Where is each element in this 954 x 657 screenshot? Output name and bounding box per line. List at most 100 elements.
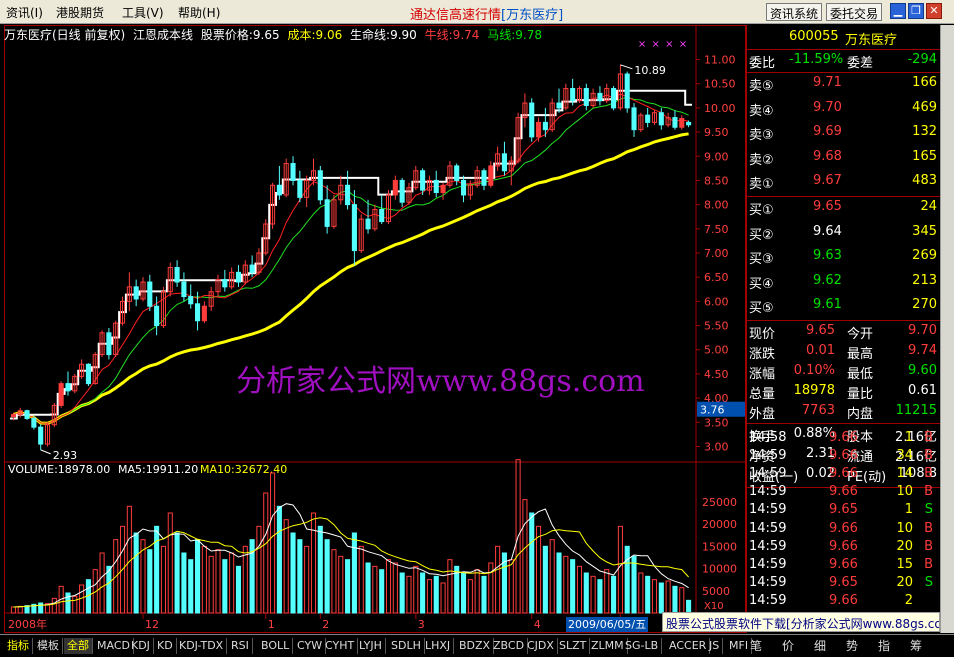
candle-body bbox=[658, 112, 664, 126]
close-icon[interactable]: ✕ bbox=[926, 3, 942, 19]
menu-info[interactable]: 资讯(I) bbox=[6, 4, 43, 21]
tick-row: 14:59 9.66 14 B bbox=[749, 466, 939, 484]
sell-level-row: 卖④ 9.70 469 bbox=[749, 99, 939, 119]
chart-bull-label: 牛线:9.74 bbox=[424, 28, 480, 42]
tab-slzt[interactable]: SLZT bbox=[556, 638, 591, 654]
volume-bar bbox=[133, 532, 139, 614]
tab-js[interactable]: JS bbox=[706, 638, 724, 654]
volume-bar bbox=[481, 575, 487, 614]
app-title: 通达信高速行情[万东医疗] bbox=[410, 8, 564, 23]
tab-全部[interactable]: 全部 bbox=[64, 638, 93, 654]
volume-bar bbox=[324, 539, 330, 614]
tab-zbcd[interactable]: ZBCD bbox=[490, 638, 529, 654]
volume-bar bbox=[283, 519, 289, 614]
buy-level-volume: 269 bbox=[912, 248, 937, 263]
tab-指标[interactable]: 指标 bbox=[4, 638, 33, 654]
signal-marker: × bbox=[638, 39, 646, 50]
signal-marker: × bbox=[651, 39, 659, 50]
stat-label: 今开 bbox=[847, 327, 874, 342]
volume-bar bbox=[474, 569, 480, 614]
volume-bar bbox=[38, 602, 44, 614]
candle-body bbox=[222, 279, 228, 288]
price-tick-label: 8.50 bbox=[704, 174, 729, 187]
panel-tab-1[interactable]: 价 bbox=[782, 638, 794, 654]
panel-tab-0[interactable]: 笔 bbox=[750, 638, 762, 654]
info-system-button[interactable]: 资讯系统 bbox=[766, 3, 823, 21]
tab-accer[interactable]: ACCER bbox=[666, 638, 711, 654]
volume-bar bbox=[174, 532, 180, 614]
trade-button[interactable]: 委托交易 bbox=[826, 3, 883, 21]
volume-bar bbox=[229, 552, 235, 614]
volume-bar bbox=[65, 592, 71, 614]
sell-level-label: 卖② bbox=[749, 152, 774, 168]
volume-bar bbox=[317, 525, 323, 614]
buy-level-row: 买⑤ 9.61 270 bbox=[749, 297, 939, 316]
candle-body bbox=[290, 163, 296, 181]
volume-bar bbox=[460, 572, 467, 614]
buy-level-row: 买④ 9.62 213 bbox=[749, 272, 939, 292]
restore-icon[interactable]: ❐ bbox=[908, 3, 924, 19]
candle-body bbox=[460, 179, 467, 196]
panel-tab-2[interactable]: 细 bbox=[814, 638, 826, 654]
sell-level-label: 卖⑤ bbox=[749, 79, 774, 94]
buy-level-label: 买③ bbox=[749, 252, 774, 267]
price-tick-label: 3.50 bbox=[704, 416, 729, 429]
menu-hk-futures[interactable]: 港股期货 bbox=[56, 4, 104, 21]
tab-模板[interactable]: 模板 bbox=[34, 638, 63, 654]
candle-body bbox=[454, 165, 460, 181]
stat-value: 9.60 bbox=[908, 363, 937, 378]
tab-bdzx[interactable]: BDZX bbox=[456, 638, 495, 654]
volume-bar bbox=[651, 579, 658, 614]
candle-body bbox=[420, 170, 426, 191]
menu-help[interactable]: 帮助(H) bbox=[178, 4, 220, 21]
tab-lhxj[interactable]: LHXJ bbox=[422, 638, 455, 654]
tick-time: 14:58 bbox=[749, 430, 787, 445]
stat-label: 最低 bbox=[847, 367, 874, 382]
tab-kd[interactable]: KD bbox=[154, 638, 177, 654]
volume-bar bbox=[304, 545, 310, 614]
tab-cyht[interactable]: CYHT bbox=[322, 638, 359, 654]
volume-bar bbox=[160, 545, 166, 614]
tab-sg-lb[interactable]: SG-LB bbox=[622, 638, 663, 654]
stat-label: 涨跌 bbox=[749, 347, 776, 362]
tab-kdj[interactable]: KDJ bbox=[128, 638, 154, 654]
kline-chart-area[interactable]: 11.00 10.50 10.00 9.50 9.00 8.50 8.00 7.50 7.00 6… bbox=[4, 25, 746, 633]
candle-body bbox=[174, 267, 180, 283]
stat-row: 现价 9.65 今开 9.70 bbox=[749, 323, 939, 342]
tab-boll[interactable]: BOLL bbox=[258, 638, 294, 654]
tick-price: 9.66 bbox=[829, 538, 858, 554]
tab-sdlh[interactable]: SDLH bbox=[388, 638, 425, 654]
stat-row: 涨跌 0.01 最高 9.74 bbox=[749, 343, 939, 362]
tab-cjdx[interactable]: CJDX bbox=[524, 638, 558, 654]
candle-body bbox=[365, 218, 371, 230]
sell-level-volume: 469 bbox=[912, 99, 937, 115]
candle-body bbox=[345, 184, 351, 206]
volume-bar bbox=[167, 512, 173, 614]
candle-body bbox=[58, 383, 64, 406]
candle-body bbox=[188, 296, 194, 305]
menu-tools[interactable]: 工具(V) bbox=[122, 4, 164, 21]
stat-value: 0.61 bbox=[908, 383, 937, 398]
panel-tab-4[interactable]: 指 bbox=[878, 638, 890, 654]
tick-side: B bbox=[924, 448, 933, 464]
tab-lyjh[interactable]: LYJH bbox=[356, 638, 386, 654]
candle-body bbox=[433, 179, 439, 194]
divider bbox=[747, 49, 941, 50]
year-label: 2008年 bbox=[8, 617, 47, 631]
chart-price-label: 股票价格:9.65 bbox=[200, 28, 280, 42]
kline-chart[interactable]: 11.00 10.50 10.00 9.50 9.00 8.50 8.00 7.50 7.00 6… bbox=[4, 25, 746, 633]
volume-bar bbox=[495, 545, 501, 614]
tick-row: 14:58 9.66 1 B bbox=[749, 430, 939, 448]
tab-kdj-tdx[interactable]: KDJ-TDX bbox=[176, 638, 228, 654]
volume-bar bbox=[576, 565, 583, 614]
ad-banner[interactable]: 股票公式股票软件下载[分析家公式网www.88gs.com] bbox=[662, 612, 940, 632]
buy-level-volume: 213 bbox=[912, 272, 937, 288]
scrollbar[interactable] bbox=[940, 25, 954, 633]
panel-tab-3[interactable]: 势 bbox=[846, 638, 858, 654]
volume-bar bbox=[433, 575, 439, 614]
minimize-icon[interactable]: ▁ bbox=[890, 3, 906, 19]
tab-mfi[interactable]: MFI bbox=[726, 638, 753, 654]
tab-rsi[interactable]: RSI bbox=[228, 638, 253, 654]
tick-volume: 34 bbox=[896, 448, 913, 464]
panel-tab-5[interactable]: 筹 bbox=[910, 638, 922, 654]
